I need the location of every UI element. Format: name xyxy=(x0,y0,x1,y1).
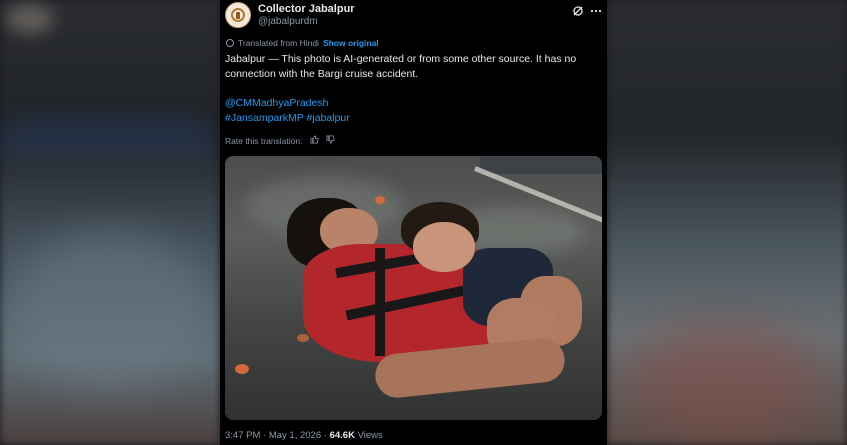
views-count: 64.6K xyxy=(329,430,355,441)
author-name[interactable]: Collector Jabalpur xyxy=(258,3,355,15)
views-label: Views xyxy=(357,430,383,441)
photo-shape xyxy=(235,364,249,374)
translation-text: Translated from Hindi xyxy=(238,38,319,48)
tweet-time[interactable]: 3:47 PM xyxy=(225,430,260,441)
mention-link[interactable]: @CMMadhyaPradesh xyxy=(225,97,328,109)
tweet-card: Collector Jabalpur @jabalpurdm Translate… xyxy=(220,0,607,445)
globe-icon xyxy=(226,39,234,47)
photo-shape xyxy=(375,248,385,356)
meta-separator: · xyxy=(323,430,327,441)
show-original-link[interactable]: Show original xyxy=(323,38,379,48)
hashtag-link[interactable]: #jabalpur xyxy=(307,112,350,124)
more-icon[interactable] xyxy=(590,5,602,17)
rate-label: Rate this translation: xyxy=(225,136,303,146)
backdrop-blur-shape xyxy=(630,320,820,440)
grok-icon[interactable] xyxy=(572,5,584,17)
rate-translation: Rate this translation: xyxy=(225,135,335,146)
photo-shape xyxy=(480,156,602,174)
thumbs-up-icon[interactable] xyxy=(310,135,319,146)
tweet-mentions: @CMMadhyaPradesh #JansamparkMP #jabalpur xyxy=(225,96,350,126)
photo-shape xyxy=(297,334,309,342)
author-handle[interactable]: @jabalpurdm xyxy=(258,16,318,27)
translation-notice: Translated from Hindi Show original xyxy=(226,38,379,48)
tweet-text: Jabalpur — This photo is AI-generated or… xyxy=(225,53,577,80)
tweet-meta: 3:47 PM · May 1, 2026 · 64.6K Views xyxy=(225,430,383,441)
thumbs-down-icon[interactable] xyxy=(326,135,335,146)
backdrop-blur-shape xyxy=(6,4,54,34)
backdrop-blur-shape xyxy=(0,118,210,158)
backdrop-blur-shape xyxy=(10,230,210,390)
tweet-date[interactable]: May 1, 2026 xyxy=(269,430,321,441)
tweet-photo[interactable] xyxy=(225,156,602,420)
photo-shape xyxy=(413,222,475,272)
meta-separator: · xyxy=(263,430,267,441)
avatar[interactable] xyxy=(225,2,251,28)
photo-shape xyxy=(375,196,385,204)
emblem-detail xyxy=(236,12,240,19)
hashtag-link[interactable]: #JansamparkMP xyxy=(225,112,304,124)
